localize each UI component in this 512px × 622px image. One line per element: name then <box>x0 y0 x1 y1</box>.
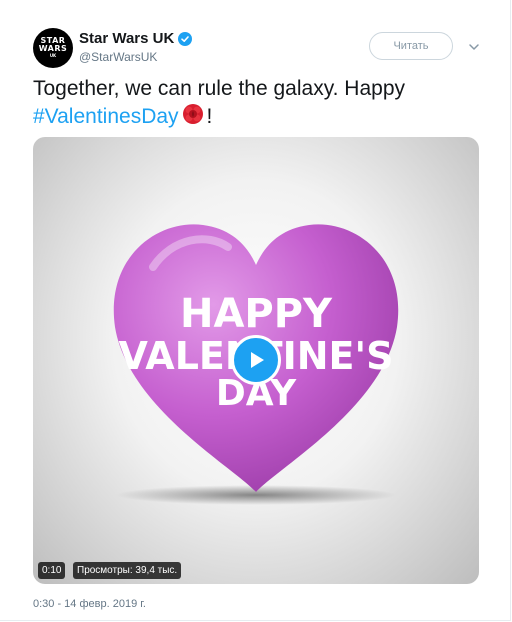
chevron-down-icon[interactable] <box>467 40 481 54</box>
avatar[interactable]: STAR WARS UK <box>33 28 73 68</box>
tweet-text: Together, we can rule the galaxy. Happy … <box>33 76 473 133</box>
display-name[interactable]: Star Wars UK <box>79 30 174 47</box>
tweet-card: STAR WARS UK Star Wars UK @StarWarsUK Чи… <box>0 0 511 621</box>
handle[interactable]: @StarWarsUK <box>79 50 192 64</box>
video-player[interactable]: HAPPY VALENTINE'S DAY 0:10 Просмотры: 39… <box>33 137 479 584</box>
tweet-text-plain: Together, we can rule the galaxy. Happy <box>33 77 406 100</box>
overlay-text-happy: HAPPY <box>180 291 333 337</box>
tweet-text-end: ! <box>206 105 213 128</box>
tweet-header: STAR WARS UK Star Wars UK @StarWarsUK Чи… <box>33 28 490 72</box>
avatar-text-uk: UK <box>49 53 57 58</box>
play-icon[interactable] <box>231 335 281 385</box>
tweet-timestamp[interactable]: 0:30 - 14 февр. 2019 г. <box>33 598 146 610</box>
verified-badge-icon <box>178 31 193 46</box>
hashtag-link[interactable]: #ValentinesDay <box>33 105 179 128</box>
follow-button[interactable]: Читать <box>369 32 453 60</box>
rose-icon <box>181 102 205 133</box>
avatar-text-wars: WARS <box>38 44 68 53</box>
video-duration: 0:10 <box>38 562 66 579</box>
author-block: Star Wars UK @StarWarsUK <box>79 30 193 64</box>
name-row: Star Wars UK <box>79 30 193 47</box>
view-count: Просмотры: 39,4 тыс. <box>73 562 182 579</box>
